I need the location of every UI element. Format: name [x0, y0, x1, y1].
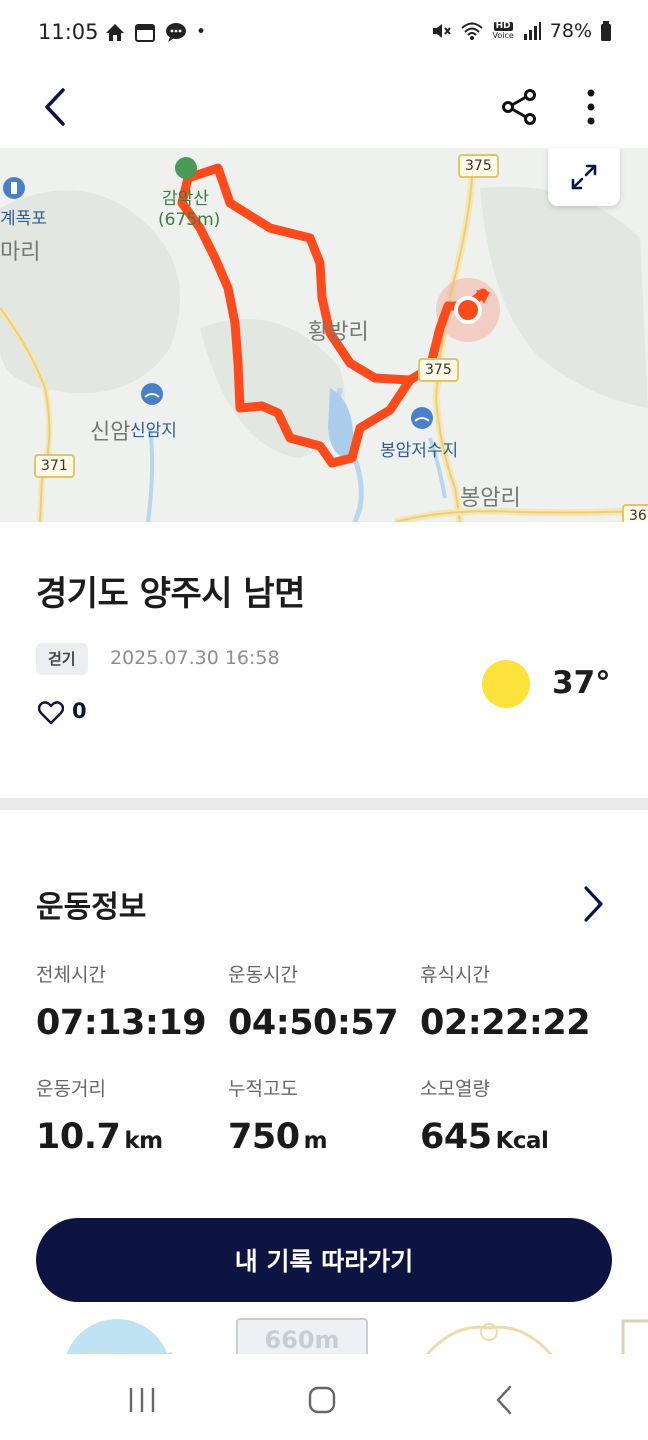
stat-label: 전체시간 [36, 964, 106, 986]
chat-icon [166, 23, 186, 42]
more-vertical-icon [587, 89, 595, 125]
back-arrow-icon [45, 88, 65, 126]
stat-label: 휴식시간 [420, 964, 490, 986]
exercise-info-detail-button[interactable] [572, 882, 614, 926]
heart-icon [38, 701, 64, 725]
map-label-mountain: 감악산 [162, 189, 209, 209]
map-label-gyepo: 계폭포 [0, 209, 47, 229]
back-button[interactable] [32, 84, 78, 130]
altitude-badge-thumbnail: 660m [236, 1318, 368, 1354]
system-navigation-bar [0, 1354, 648, 1440]
wifi-icon [461, 22, 484, 40]
ornament-badge-icon [425, 1323, 553, 1354]
home-icon [308, 1386, 336, 1414]
map-label-bongam-reservoir: 봉암저수지 [380, 441, 459, 461]
battery-icon [601, 21, 611, 41]
activity-datetime: 2025.07.30 16:58 [110, 647, 280, 669]
stat-unit: m [303, 1128, 328, 1154]
stat-calories: 소모열량 645 Kcal [420, 1074, 610, 1157]
sun-icon [482, 660, 530, 708]
road-badge-371: 371 [34, 454, 75, 478]
top-app-bar [0, 66, 648, 148]
stat-value: 10.7 km [36, 1117, 226, 1157]
like-count: 0 [72, 699, 87, 723]
stat-label: 소모열량 [420, 1078, 490, 1100]
map-label-sinam-village: 신암 [90, 420, 131, 445]
like-button[interactable] [36, 698, 66, 728]
stat-distance: 운동거리 10.7 km [36, 1074, 226, 1157]
map-expand-button[interactable] [548, 148, 620, 206]
voice-label: Voice [492, 31, 514, 40]
map-label-mari: 마리 [0, 240, 41, 265]
temperature: 37° [552, 665, 611, 701]
recent-apps-button[interactable] [112, 1378, 172, 1422]
stat-number: 10.7 [36, 1117, 121, 1157]
status-dot: • [196, 22, 207, 42]
hd-label: HD [493, 21, 513, 31]
stat-number: 750 [228, 1117, 300, 1157]
badge-thumbnails-row[interactable]: 660m [0, 1318, 648, 1354]
stat-number: 04:50:57 [228, 1003, 399, 1043]
stat-number: 645 [420, 1117, 492, 1157]
stat-total-time: 전체시간 07:13:19 [36, 960, 226, 1043]
stat-exercise-time: 운동시간 04:50:57 [228, 960, 418, 1043]
stat-value: 04:50:57 [228, 1003, 418, 1043]
map-label-sinam-reservoir: 신암지 [130, 421, 177, 441]
reservoir-marker-icon-sinam [141, 383, 163, 405]
calendar-icon [135, 24, 155, 42]
road-badge-375-north: 375 [458, 154, 499, 178]
battery-percent: 78% [549, 20, 592, 42]
stat-value: 02:22:22 [420, 1003, 610, 1043]
activity-type-badge: 걷기 [36, 643, 88, 675]
status-system-icons: HD Voice 78% [430, 20, 612, 42]
location-title: 경기도 양주시 남면 [36, 574, 305, 614]
stat-label: 운동시간 [228, 964, 298, 986]
status-bar: 11:05 • HD Voice 78% [0, 0, 648, 66]
recent-apps-icon [129, 1388, 155, 1412]
stat-number: 02:22:22 [420, 1003, 591, 1043]
chevron-left-icon [496, 1385, 512, 1415]
map-label-mountain-altitude: (675m) [158, 210, 221, 230]
stat-label: 운동거리 [36, 1078, 106, 1100]
section-divider [0, 798, 648, 810]
stat-number: 07:13:19 [36, 1003, 207, 1043]
signal-icon [523, 22, 541, 40]
mute-icon [433, 24, 452, 38]
status-time: 11:05 [38, 20, 99, 44]
route-map[interactable]: 계폭포 마리 감악산 (675m) 375 375 371 36 황방리 신암 … [0, 148, 648, 522]
map-label-bongam-village: 봉암리 [460, 486, 521, 511]
frame-badge-icon [621, 1319, 648, 1354]
chevron-right-icon [584, 886, 603, 922]
home-button[interactable] [292, 1378, 352, 1422]
status-notification-icons: • [104, 20, 206, 44]
stat-value: 750 m [228, 1117, 418, 1157]
hiking-marker-icon-west [3, 177, 25, 199]
stat-unit: Kcal [495, 1128, 549, 1154]
share-icon [502, 89, 536, 125]
road-badge-375-mid: 375 [418, 358, 459, 382]
landscape-badge-icon [66, 1319, 172, 1354]
share-button[interactable] [496, 84, 542, 130]
stat-elevation-gain: 누적고도 750 m [228, 1074, 418, 1157]
exercise-info-title: 운동정보 [36, 890, 147, 925]
more-options-button[interactable] [568, 84, 614, 130]
stat-value: 07:13:19 [36, 1003, 226, 1043]
app-notification-icon [106, 24, 124, 41]
stat-label: 누적고도 [228, 1078, 298, 1100]
hd-voice-icon: HD Voice [492, 21, 514, 41]
system-back-button[interactable] [474, 1378, 534, 1422]
road-badge-36: 36 [622, 504, 648, 522]
follow-my-record-button[interactable]: 내 기록 따라가기 [36, 1218, 612, 1302]
stat-unit: km [124, 1128, 163, 1154]
expand-icon [571, 164, 597, 190]
map-label-hwangbang: 황방리 [308, 320, 369, 345]
stat-value: 645 Kcal [420, 1117, 610, 1157]
reservoir-marker-icon-bongam [411, 407, 433, 429]
stat-rest-time: 휴식시간 02:22:22 [420, 960, 610, 1043]
